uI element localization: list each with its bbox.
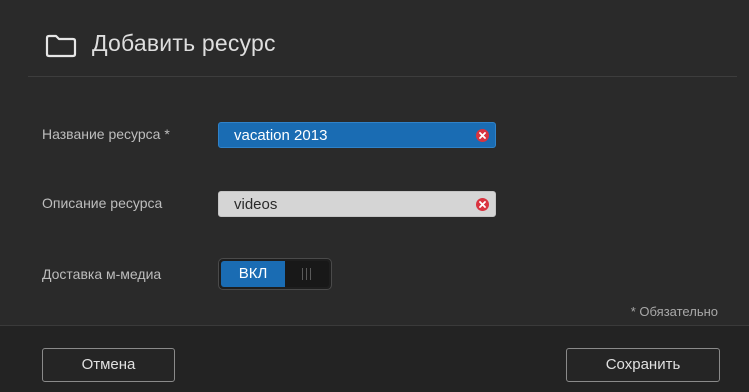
cancel-button[interactable]: Отмена: [42, 348, 175, 382]
clear-icon[interactable]: [476, 129, 489, 142]
grip-line: [310, 268, 311, 280]
folder-icon: [45, 34, 77, 58]
share-name-label: Название ресурса *: [42, 126, 170, 142]
share-description-label: Описание ресурса: [42, 195, 163, 211]
clear-icon[interactable]: [476, 198, 489, 211]
media-serving-label: Доставка м-медиа: [42, 266, 162, 282]
share-description-input[interactable]: [219, 192, 495, 216]
grip-line: [306, 268, 307, 280]
dialog-header: Добавить ресурс: [28, 0, 737, 77]
share-description-field-wrapper: [218, 191, 496, 217]
share-name-input[interactable]: [219, 123, 495, 147]
toggle-on-label: ВКЛ: [221, 261, 285, 287]
add-share-dialog: Добавить ресурс Название ресурса * Описа…: [0, 0, 749, 392]
required-note: * Обязательно: [630, 304, 718, 319]
share-name-field-wrapper: [218, 122, 496, 148]
dialog-title: Добавить ресурс: [92, 30, 276, 56]
media-serving-toggle[interactable]: ВКЛ: [218, 258, 332, 290]
save-button[interactable]: Сохранить: [566, 348, 720, 382]
toggle-knob[interactable]: [285, 261, 329, 287]
dialog-footer: Отмена Сохранить: [0, 325, 749, 392]
grip-line: [302, 268, 303, 280]
